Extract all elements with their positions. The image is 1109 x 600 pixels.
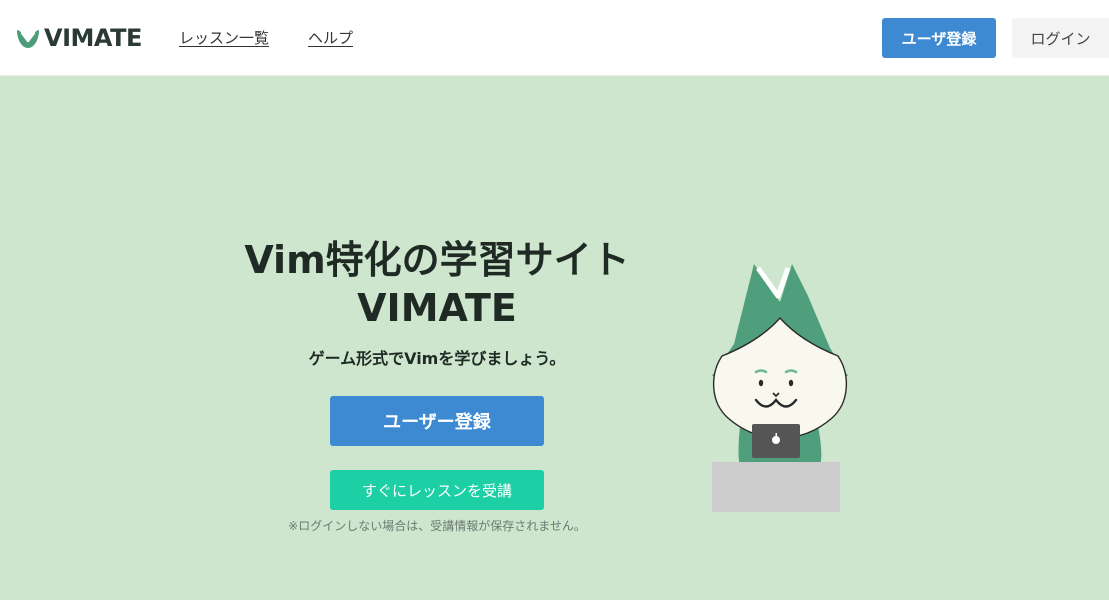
vimate-mascot-illustration [712,264,848,512]
nav-lessons-link[interactable]: レッスン一覧 [179,27,269,49]
hero-title-line1: Vim特化の学習サイト [244,238,630,282]
site-logo[interactable]: VIMATE [15,22,142,54]
login-note: ※ログインしない場合は、受講情報が保存されません。 [288,519,586,533]
hero-title: Vim特化の学習サイト VIMATE [237,236,637,332]
hero-register-button[interactable]: ユーザー登録 [330,396,544,446]
start-lesson-button[interactable]: すぐにレッスンを受講 [330,470,544,510]
site-header: VIMATE レッスン一覧 ヘルプ ユーザ登録 ログイン [0,0,1109,76]
hero-title-line2: VIMATE [357,286,517,330]
nav-help-link[interactable]: ヘルプ [308,27,353,49]
header-login-button[interactable]: ログイン [1012,18,1109,58]
vimate-logo-icon [17,30,39,48]
hero-subtitle: ゲーム形式でVimを学びましょう。 [308,349,566,368]
logo-wordmark: VIMATE [44,24,142,52]
header-register-button[interactable]: ユーザ登録 [882,18,996,58]
hero-section: Vim特化の学習サイト VIMATE ゲーム形式でVimを学びましょう。 ユーザ… [0,76,1109,600]
